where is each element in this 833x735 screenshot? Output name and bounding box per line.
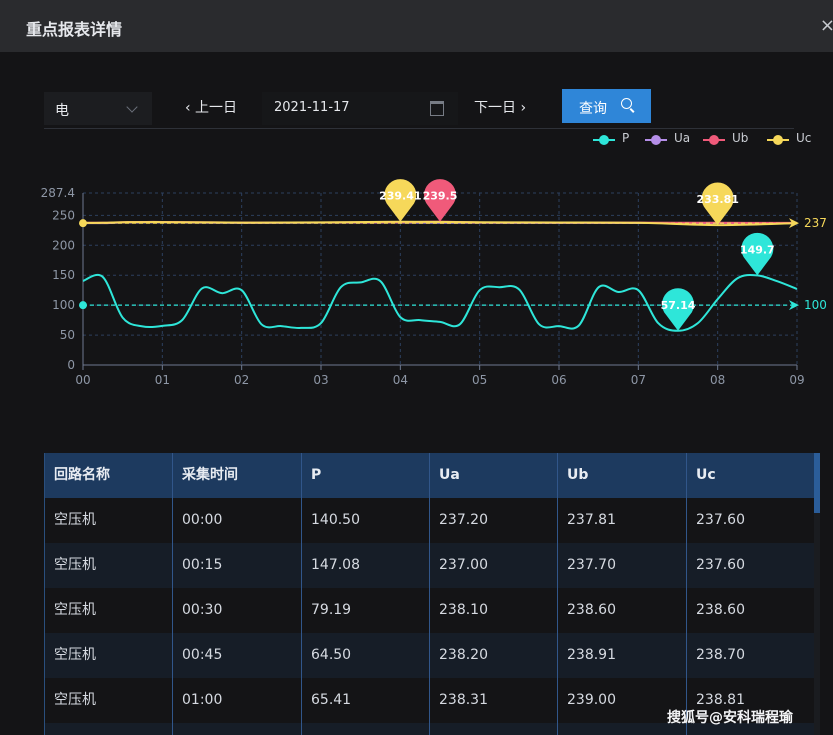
data-table: 回路名称 采集时间 P Ua Ub Uc 空压机 00:00 140.50 237.20 237.8… [44,453,823,735]
markline-label: 100 [804,298,827,312]
table-cell: 00:00 [173,498,302,543]
table-cell: 237.70 [558,543,687,588]
column-header: Ub [558,453,687,498]
table-cell: 空压机 [45,543,173,588]
x-tick-label: 05 [472,373,487,387]
table-cell: 237.81 [558,498,687,543]
y-tick-label: 100 [52,298,75,312]
legend-label: Uc [796,131,812,145]
table-cell: 00:30 [173,588,302,633]
x-tick-label: 06 [551,373,566,387]
watermark: 搜狐号@安科瑞程瑜 [667,710,793,726]
column-header: 采集时间 [173,453,302,498]
column-header: Uc [687,453,815,498]
table-row[interactable]: 空压机 00:30 79.19 238.10 238.60 238.60 [45,588,815,633]
table-cell: 65.41 [302,678,430,723]
column-header: P [302,453,430,498]
table-cell: 238.60 [687,588,815,633]
x-tick-label: 01 [155,373,170,387]
table-cell: 238.91 [558,633,687,678]
x-tick-label: 04 [393,373,408,387]
y-tick-label: 50 [60,328,75,342]
y-tick-label: 250 [52,208,75,222]
legend-dot [773,135,783,145]
category-select[interactable]: 电 [44,92,152,125]
column-header: Ua [430,453,558,498]
y-tick-label: 150 [52,268,75,282]
table-header: 回路名称 采集时间 P Ua Ub Uc [45,453,815,498]
table-cell: 237.60 [687,543,815,588]
markpoint-label: 233.81 [696,193,738,206]
legend-dot [599,135,609,145]
toolbar-divider [44,128,794,129]
legend-label: Ua [674,131,691,145]
table-cell: 238.31 [430,678,558,723]
x-tick-label: 09 [789,373,804,387]
markpoint-label: 239.41 [379,190,421,203]
table-row[interactable]: 空压机 00:00 140.50 237.20 237.81 237.60 [45,498,815,543]
table-cell: 空压机 [45,588,173,633]
table-cell [45,723,173,735]
x-tick-label: 03 [313,373,328,387]
table-cell: 空压机 [45,498,173,543]
markline-start-dot [79,219,87,228]
calendar-icon [430,101,444,116]
table-cell: 64.50 [302,633,430,678]
table-cell: 238.10 [430,588,558,633]
table-cell: 空压机 [45,678,173,723]
table-row[interactable]: 空压机 00:15 147.08 237.00 237.70 237.60 [45,543,815,588]
date-picker[interactable]: 2021-11-17 [262,92,458,125]
close-icon[interactable]: × [820,15,833,36]
window-title: 重点报表详情 [26,20,123,39]
table-cell: 237.00 [430,543,558,588]
legend-label: P [622,131,630,145]
table-cell: 01:00 [173,678,302,723]
table-cell: 238.70 [687,633,815,678]
column-header: 回路名称 [45,453,173,498]
table-cell [430,723,558,735]
query-label: 查询 [579,101,607,117]
table-cell [173,723,302,735]
y-tick-label: 200 [52,238,75,252]
y-tick-label: 0 [67,358,75,372]
table-row[interactable]: 空压机 00:45 64.50 238.20 238.91 238.70 [45,633,815,678]
markline-start-dot [79,301,87,310]
markpoint-label: 149.7 [740,243,775,256]
legend-dot [709,135,719,145]
table-cell: 238.60 [558,588,687,633]
x-tick-label: 00 [75,373,90,387]
x-tick-label: 07 [631,373,646,387]
table-cell: 00:15 [173,543,302,588]
table-cell: 147.08 [302,543,430,588]
title-bar: 重点报表详情 × [0,0,833,52]
scrollbar-thumb[interactable] [814,453,820,513]
date-value: 2021-11-17 [274,100,350,115]
markpoint-label: 239.5 [423,190,458,203]
prev-day-button[interactable]: ‹ 上一日 [185,97,237,117]
table-cell: 237.20 [430,498,558,543]
category-select-value: 电 [55,103,69,119]
table-cell: 140.50 [302,498,430,543]
table-cell: 空压机 [45,633,173,678]
next-day-button[interactable]: 下一日 › [474,97,526,117]
query-button[interactable]: 查询 [562,89,651,123]
chevron-down-icon [126,101,138,113]
x-tick-label: 02 [234,373,249,387]
markline-label: 237 [804,216,827,230]
table-cell: 00:45 [173,633,302,678]
table-cell: 79.19 [302,588,430,633]
legend-label: Ub [732,131,749,145]
table-cell: 238.20 [430,633,558,678]
table-scrollbar[interactable] [814,453,820,735]
legend-dot [651,135,661,145]
search-icon [621,98,632,109]
markpoint-label: 57.14 [661,299,696,312]
line-chart: 287.4 250 200 150 100 50 000 01 02 03 04 05 06 07 08 09… [41,179,827,387]
table-cell: 237.60 [687,498,815,543]
y-tick-label: 287.4 [41,186,75,200]
x-tick-label: 08 [710,373,725,387]
table-cell [302,723,430,735]
